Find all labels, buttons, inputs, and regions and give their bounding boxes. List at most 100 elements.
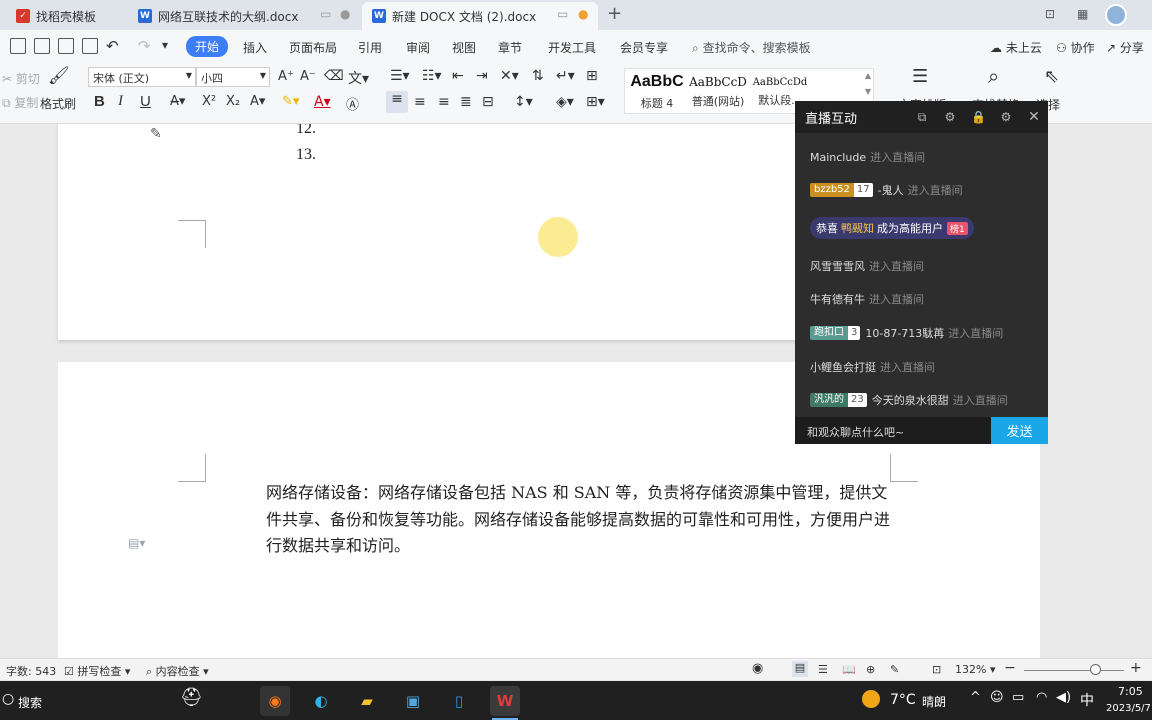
cut-button[interactable]: ✂ 剪切	[2, 70, 40, 87]
find-icon[interactable]: ⌕	[988, 64, 999, 88]
command-search[interactable]: ⌕ 查找命令、搜索模板	[692, 39, 811, 56]
grid-apps-icon[interactable]: ▦	[1077, 7, 1088, 21]
subscript-icon[interactable]: X₂	[226, 94, 240, 109]
weather-text[interactable]: 晴朗	[922, 693, 946, 710]
cloud-status[interactable]: ☁ 未上云	[990, 39, 1042, 56]
style-heading4[interactable]: AaBbC 标题 4	[627, 73, 687, 111]
qq-icon[interactable]: ☺	[990, 690, 1004, 705]
align-right-icon[interactable]: ≡	[438, 94, 450, 110]
weather-temp[interactable]: 7°C	[890, 692, 916, 708]
style-normal-web[interactable]: AaBbCcD 普通(网站)	[687, 75, 749, 109]
text-layout-icon[interactable]: ☰	[912, 66, 928, 87]
highlight-icon[interactable]: ✎▾	[282, 94, 299, 109]
chevron-up-icon[interactable]: ^	[970, 690, 981, 705]
firefox-icon[interactable]: ◉	[260, 686, 290, 716]
undo-icon[interactable]: ↶	[106, 37, 119, 55]
save-icon[interactable]	[10, 38, 26, 54]
pin-tab-icon[interactable]: ▭	[557, 7, 568, 21]
format-painter-label[interactable]: 格式刷	[40, 95, 76, 112]
zoom-slider[interactable]	[1024, 670, 1124, 671]
content-check-button[interactable]: ⌕ 内容检查 ▾	[146, 663, 209, 679]
lock-icon[interactable]: 🔒	[971, 110, 986, 124]
bold-button[interactable]: B	[94, 93, 105, 110]
borders-icon[interactable]: ⊞▾	[586, 94, 605, 110]
quick-access-menu-icon[interactable]: ▾	[162, 38, 168, 52]
share-button[interactable]: ↗ 分享	[1106, 39, 1144, 56]
chinese-layout-icon[interactable]: ✕▾	[500, 68, 519, 84]
spell-check-button[interactable]: ☑ 拼写检查 ▾	[64, 663, 130, 679]
edge-icon[interactable]: ◐	[306, 686, 336, 716]
send-button[interactable]: 发送	[991, 417, 1048, 444]
align-center-icon[interactable]: ≡	[414, 94, 426, 110]
battery-icon[interactable]: ▭	[1012, 690, 1024, 705]
zoom-in-icon[interactable]: +	[1130, 660, 1142, 676]
close-tab-icon[interactable]: ●	[340, 7, 350, 21]
eye-protection-icon[interactable]: ◉	[752, 661, 763, 676]
zoom-slider-handle[interactable]	[1090, 664, 1101, 675]
font-color-icon[interactable]: A▾	[314, 94, 331, 110]
format-painter-icon[interactable]: 🖌	[48, 66, 70, 86]
wifi-icon[interactable]: ◠	[1036, 690, 1047, 705]
tab-docer[interactable]: ✓ 找稻壳模板	[6, 2, 124, 30]
menu-references[interactable]: 引用	[358, 39, 382, 56]
text-effect-icon[interactable]: A▾	[250, 94, 265, 109]
pin-tab-icon[interactable]: ▭	[320, 7, 331, 21]
taskbar-search[interactable]: 搜索	[18, 694, 42, 711]
show-marks-icon[interactable]: ↵▾	[556, 68, 575, 84]
menu-review[interactable]: 审阅	[406, 39, 430, 56]
menu-chapter[interactable]: 章节	[498, 39, 522, 56]
ime-indicator[interactable]: 中	[1080, 690, 1094, 710]
outline-view-icon[interactable]: ☰	[818, 663, 828, 676]
write-mode-icon[interactable]: ✎	[890, 663, 899, 676]
increase-indent-icon[interactable]: ⇥	[476, 68, 488, 84]
menu-insert[interactable]: 插入	[243, 39, 267, 56]
window-layout-icon[interactable]: ⊡	[1045, 7, 1055, 21]
menu-member[interactable]: 会员专享	[620, 39, 668, 56]
tab-stops-icon[interactable]: ⊞	[586, 68, 598, 84]
clock-time[interactable]: 7:05	[1118, 685, 1143, 698]
clear-format-icon[interactable]: ⌫	[324, 68, 344, 84]
new-tab-button[interactable]: +	[607, 3, 622, 24]
redo-icon[interactable]: ↷	[138, 37, 151, 55]
cursor-select-icon[interactable]: ⇖	[1044, 66, 1059, 87]
shading-icon[interactable]: ◈▾	[556, 94, 574, 110]
read-view-icon[interactable]: 📖	[842, 663, 856, 676]
justify-icon[interactable]: ≣	[460, 94, 472, 110]
word-count[interactable]: 字数: 543	[6, 663, 56, 679]
char-border-icon[interactable]: Ⓐ	[346, 94, 359, 113]
photos-icon[interactable]: ▣	[398, 686, 428, 716]
zoom-out-icon[interactable]: −	[1004, 660, 1016, 676]
line-spacing-icon[interactable]: ↕▾	[514, 94, 533, 110]
zoom-level[interactable]: 132% ▾	[955, 663, 995, 676]
document-paragraph[interactable]: 网络存储设备：网络存储设备包括 NAS 和 SAN 等，负责将存储资源集中管理，…	[266, 480, 896, 560]
fit-page-icon[interactable]: ⊡	[932, 663, 941, 676]
widget-icon[interactable]: ⛑	[180, 687, 203, 708]
menu-start[interactable]: 开始	[186, 36, 229, 57]
menu-developer[interactable]: 开发工具	[548, 39, 596, 56]
print-preview-icon[interactable]	[82, 38, 98, 54]
strikethrough-icon[interactable]: A̶▾	[170, 94, 185, 109]
sort-icon[interactable]: ⇅	[532, 68, 544, 84]
decrease-indent-icon[interactable]: ⇤	[452, 68, 464, 84]
volume-icon[interactable]: ◀)	[1056, 690, 1071, 705]
collab-button[interactable]: ⚇ 协作	[1056, 39, 1095, 56]
chat-input[interactable]: 和观众聊点什么吧~	[795, 417, 991, 444]
font-shrink-icon[interactable]: A⁻	[300, 69, 316, 84]
font-size-select[interactable]: 小四 ▼	[196, 67, 270, 87]
chevron-up-icon[interactable]: ▲	[865, 71, 871, 80]
align-left-icon[interactable]: ≡	[386, 91, 408, 113]
font-grow-icon[interactable]: A⁺	[278, 69, 294, 84]
font-family-select[interactable]: 宋体 (正文) ▼	[88, 67, 196, 87]
paragraph-options-icon[interactable]: ▤▾	[128, 536, 145, 550]
bullet-list-icon[interactable]: ☰▾	[390, 68, 410, 84]
close-icon[interactable]: ✕	[1027, 110, 1041, 124]
phone-link-icon[interactable]: ▯	[444, 686, 474, 716]
italic-button[interactable]: I	[118, 93, 123, 110]
avatar[interactable]	[1105, 4, 1127, 26]
menu-page-layout[interactable]: 页面布局	[289, 39, 337, 56]
wps-office-icon[interactable]: W	[490, 686, 520, 716]
print-icon[interactable]	[58, 38, 74, 54]
phonetic-guide-icon[interactable]: 文▾	[348, 68, 369, 88]
chevron-down-icon[interactable]: ▼	[865, 87, 871, 96]
page-view-icon[interactable]: ▤	[792, 661, 808, 677]
